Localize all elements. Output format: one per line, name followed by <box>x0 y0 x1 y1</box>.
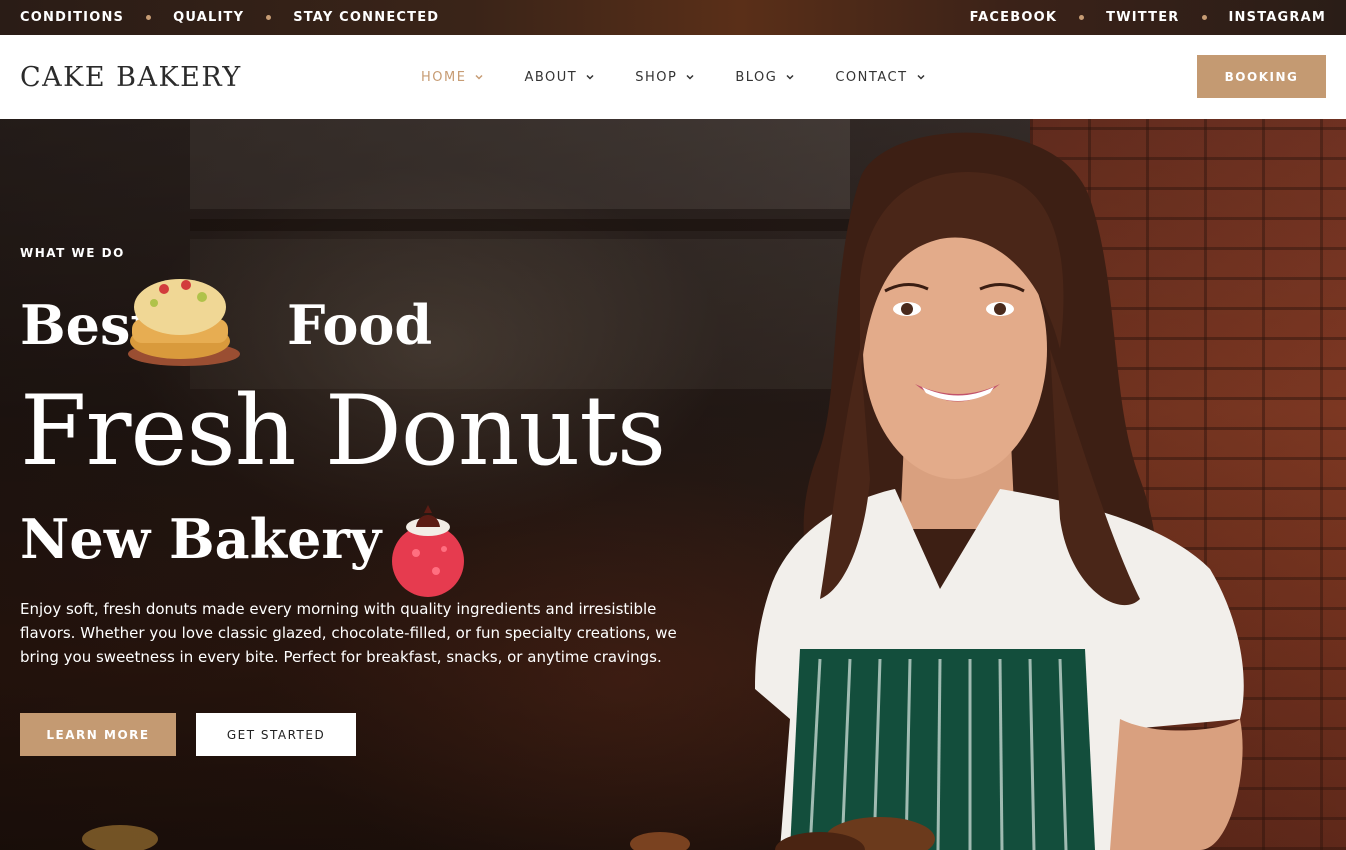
chevron-down-icon <box>474 72 484 82</box>
nav-item-about[interactable]: ABOUT <box>524 70 595 85</box>
nav-item-home[interactable]: HOME <box>421 70 484 85</box>
topbar-link-quality[interactable]: QUALITY <box>173 10 244 25</box>
nav-item-contact[interactable]: CONTACT <box>835 70 925 85</box>
social-link-twitter[interactable]: TWITTER <box>1106 10 1179 25</box>
hero-section: WHAT WE DO Best Food Fresh Donuts New Ba… <box>0 119 1346 850</box>
chevron-down-icon <box>685 72 695 82</box>
hero-heading-fresh-donuts: Fresh Donuts <box>20 375 666 487</box>
top-bar: CONDITIONS QUALITY STAY CONNECTED FACEBO… <box>0 0 1346 35</box>
topbar-left-links: CONDITIONS QUALITY STAY CONNECTED <box>20 10 439 25</box>
nav-item-blog[interactable]: BLOG <box>735 70 795 85</box>
nav-item-label: SHOP <box>635 69 678 85</box>
nav-item-shop[interactable]: SHOP <box>635 70 695 85</box>
pastry-icon <box>392 505 464 597</box>
booking-button[interactable]: BOOKING <box>1197 55 1326 98</box>
social-link-facebook[interactable]: FACEBOOK <box>970 10 1058 25</box>
hero-eyebrow: WHAT WE DO <box>20 246 125 260</box>
nav-item-label: ABOUT <box>524 69 578 85</box>
separator-dot <box>266 15 272 20</box>
separator-dot <box>146 15 152 20</box>
hero-heading-new-bakery: New Bakery <box>20 507 382 571</box>
separator-dot <box>1201 15 1207 20</box>
nav-item-label: CONTACT <box>835 69 908 85</box>
social-link-instagram[interactable]: INSTAGRAM <box>1229 10 1326 25</box>
main-nav: HOME ABOUT SHOP BLOG CONTACT <box>421 35 966 119</box>
chevron-down-icon <box>916 72 926 82</box>
topbar-link-stay-connected[interactable]: STAY CONNECTED <box>293 10 439 25</box>
separator-dot <box>1079 15 1085 20</box>
hero-heading-food: Food <box>287 293 433 357</box>
learn-more-button[interactable]: LEARN MORE <box>20 713 176 756</box>
hero-description: Enjoy soft, fresh donuts made every morn… <box>20 600 677 666</box>
cake-icon <box>128 279 240 366</box>
site-logo[interactable]: CAKE BAKERY <box>20 62 280 93</box>
chevron-down-icon <box>785 72 795 82</box>
site-header: CAKE BAKERY HOME ABOUT SHOP BLOG CONTACT… <box>0 35 1346 119</box>
topbar-social-links: FACEBOOK TWITTER INSTAGRAM <box>970 10 1326 25</box>
topbar-link-conditions[interactable]: CONDITIONS <box>20 10 124 25</box>
nav-item-label: BLOG <box>735 69 778 85</box>
nav-item-label: HOME <box>421 69 467 85</box>
get-started-button[interactable]: GET STARTED <box>196 713 356 756</box>
chevron-down-icon <box>585 72 595 82</box>
